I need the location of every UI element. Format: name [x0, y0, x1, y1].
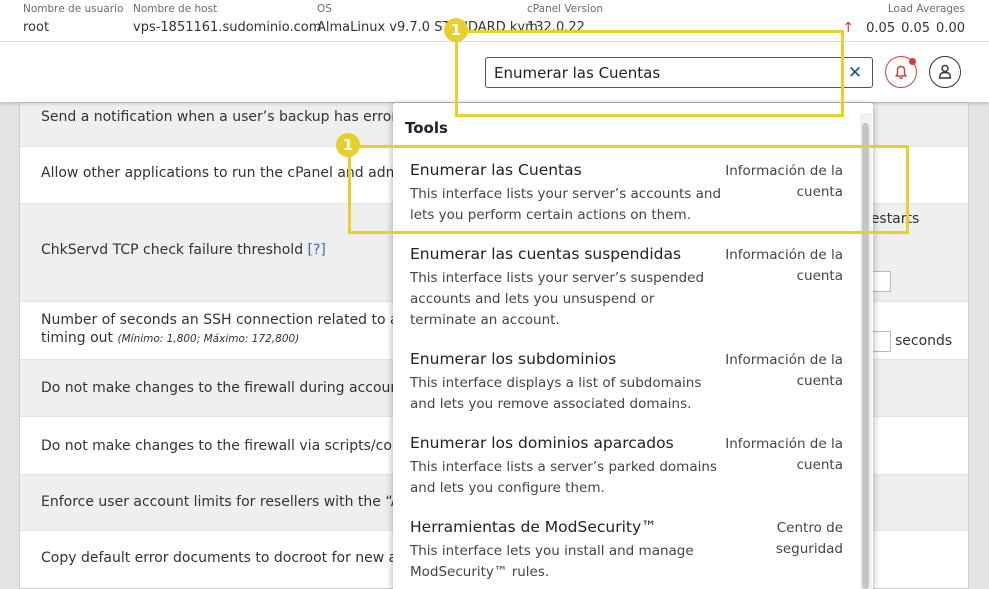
load-averages: ↑ 0.05 0.05 0.00: [842, 20, 965, 36]
setting-label: Do not make changes to the firewall via …: [41, 438, 428, 454]
load-averages-header: Load Averages: [887, 3, 965, 15]
setting-label: Do not make changes to the firewall duri…: [41, 380, 423, 396]
search-result-item[interactable]: Enumerar las cuentas suspendidas This in…: [393, 245, 859, 350]
search-result-item[interactable]: Herramientas de ModSecurity™ This interf…: [393, 518, 859, 589]
result-title: Herramientas de ModSecurity™: [410, 518, 657, 536]
cpanel-version-header: cPanel Version: [527, 3, 604, 15]
search-result-item[interactable]: Enumerar los dominios aparcados This int…: [393, 434, 859, 518]
result-category: Información de la cuenta: [725, 247, 843, 284]
load-5min: 0.05: [901, 21, 931, 36]
setting-label: ChkServd TCP check failure threshold [?]: [41, 242, 326, 258]
result-title: Enumerar los subdominios: [410, 350, 617, 368]
result-description: This interface lets you install and mana…: [410, 543, 694, 580]
os-header: OS: [317, 3, 332, 15]
highlight-box-first-result: [348, 145, 909, 234]
load-15min: 0.00: [936, 21, 965, 36]
result-category: Información de la cuenta: [725, 436, 843, 473]
notification-dot: [909, 58, 916, 65]
user-menu-button[interactable]: [929, 56, 961, 88]
search-result-item[interactable]: Enumerar los subdominios This interface …: [393, 350, 859, 434]
result-title: Enumerar las cuentas suspendidas: [410, 245, 682, 263]
load-1min: 0.05: [866, 21, 896, 36]
result-description: This interface lists a server’s parked d…: [410, 459, 717, 496]
notifications-button[interactable]: [885, 56, 917, 88]
highlight-box-search: [455, 30, 844, 117]
arrow-up-icon: ↑: [842, 20, 855, 36]
result-category: Información de la cuenta: [725, 352, 843, 389]
setting-unit-label: seconds: [895, 333, 953, 349]
help-link[interactable]: [?]: [308, 242, 326, 258]
clear-search-button[interactable]: ✕: [846, 63, 864, 83]
user-icon: [938, 64, 951, 79]
hostname-header: Nombre de host: [133, 3, 218, 15]
setting-label: Send a notification when a user’s backup…: [41, 109, 405, 125]
result-category: Centro de seguridad: [775, 520, 843, 557]
setting-label: Number of seconds an SSH connection rela…: [41, 312, 421, 328]
setting-value-input[interactable]: [871, 271, 891, 292]
setting-label-continued: timing out (Mínimo: 1,800; Máximo: 172,8…: [41, 330, 300, 346]
results-group-heading: Tools: [405, 119, 448, 137]
step-badge: 1: [444, 18, 468, 42]
hostname-value: vps-1851161.sudominio.com: [133, 20, 322, 35]
step-badge: 1: [336, 133, 360, 157]
result-description: This interface displays a list of subdom…: [410, 375, 702, 412]
username-value: root: [23, 20, 50, 35]
setting-label: Enforce user account limits for reseller…: [41, 494, 425, 510]
result-description: This interface lists your server’s suspe…: [410, 270, 705, 328]
setting-label: Copy default error documents to docroot …: [41, 550, 422, 566]
setting-value-input[interactable]: [871, 331, 891, 352]
result-title: Enumerar los dominios aparcados: [410, 434, 674, 452]
setting-range-note: (Mínimo: 1,800; Máximo: 172,800): [117, 333, 300, 345]
username-header: Nombre de usuario: [23, 3, 124, 15]
